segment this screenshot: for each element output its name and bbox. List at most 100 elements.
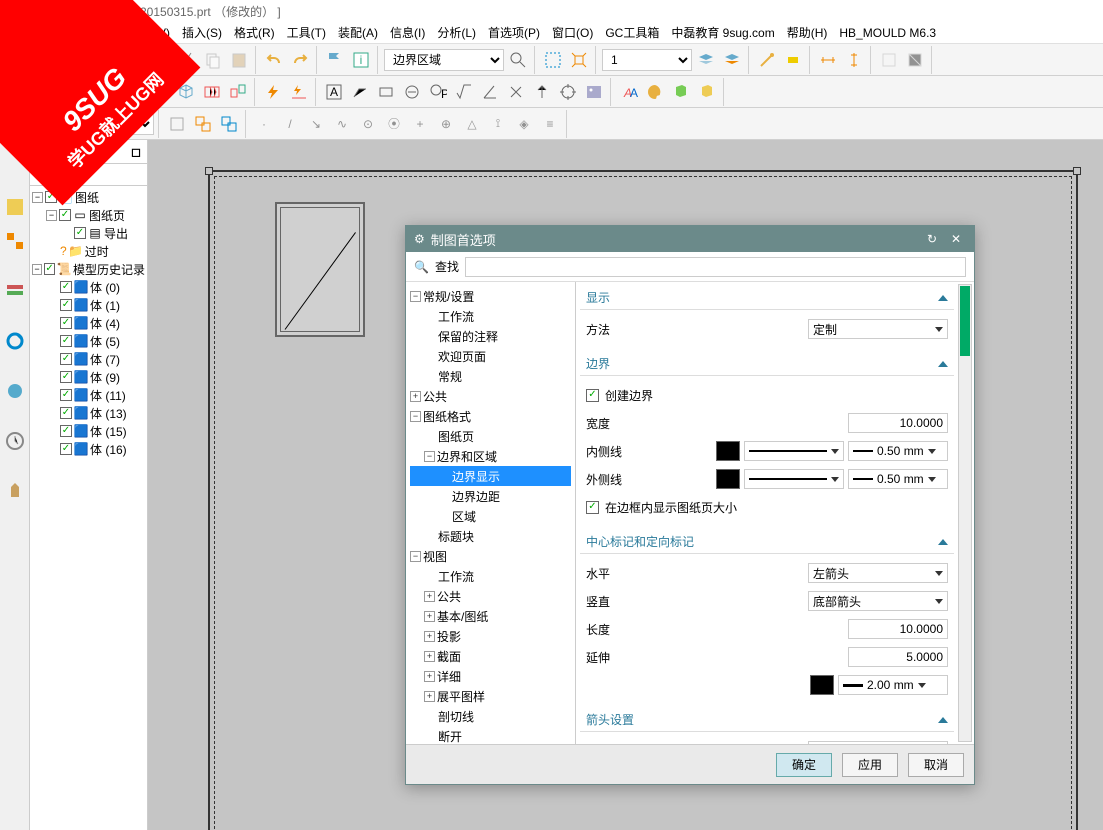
collapse-icon[interactable]: − <box>410 551 421 562</box>
filter-3-icon[interactable] <box>217 112 241 136</box>
line-width-select[interactable]: 2.00 mm <box>838 675 948 695</box>
tree-node-body[interactable]: 🟦体 (4) <box>32 314 145 332</box>
dialog-titlebar[interactable]: ⚙ 制图首选项 ↻ ✕ <box>406 226 974 252</box>
tree-node-history[interactable]: −📜模型历史记录 <box>32 260 145 278</box>
expand-icon[interactable]: + <box>424 671 435 682</box>
expand-icon[interactable]: + <box>424 651 435 662</box>
tree-node-body[interactable]: 🟦体 (0) <box>32 278 145 296</box>
palette-icon[interactable] <box>643 80 667 104</box>
cancel-button[interactable]: 取消 <box>908 753 964 777</box>
box-yellow-icon[interactable] <box>695 80 719 104</box>
tab-roles[interactable] <box>2 478 28 504</box>
expand-icon[interactable]: + <box>424 631 435 642</box>
tree-node-body[interactable]: 🟦体 (9) <box>32 368 145 386</box>
dtree-border-margin[interactable]: 边界边距 <box>410 486 571 506</box>
tree-node-sheet[interactable]: −▭图纸页 <box>32 206 145 224</box>
menu-hb-mould[interactable]: HB_MOULD M6.3 <box>835 26 940 40</box>
tree-node-body[interactable]: 🟦体 (16) <box>32 440 145 458</box>
image-icon[interactable] <box>582 80 606 104</box>
dtree-view-base[interactable]: +基本/图纸 <box>410 606 571 626</box>
reset-icon[interactable]: ↻ <box>922 229 942 249</box>
color-swatch[interactable] <box>810 675 834 695</box>
tool-leader-icon[interactable] <box>348 80 372 104</box>
tree-expand-icon[interactable]: − <box>32 192 43 203</box>
color-swatch[interactable] <box>716 469 740 489</box>
dtree-border-zone[interactable]: −边界和区域 <box>410 446 571 466</box>
expand-icon[interactable]: + <box>424 691 435 702</box>
tree-check-icon[interactable] <box>60 335 72 347</box>
menu-format[interactable]: 格式(R) <box>230 24 279 41</box>
undo-icon[interactable] <box>262 48 286 72</box>
sqrt-icon[interactable] <box>452 80 476 104</box>
selection-mode-select[interactable]: 边界区域 <box>384 49 504 71</box>
tree-check-icon[interactable] <box>60 407 72 419</box>
x-icon[interactable] <box>504 80 528 104</box>
text-a-icon[interactable]: A <box>322 80 346 104</box>
target-icon[interactable] <box>556 80 580 104</box>
tool-plug-icon[interactable] <box>781 48 805 72</box>
tree-node-body[interactable]: 🟦体 (5) <box>32 332 145 350</box>
dim-height-icon[interactable] <box>842 48 866 72</box>
search-input[interactable] <box>465 257 966 277</box>
dtree-view-common[interactable]: +公共 <box>410 586 571 606</box>
menu-preferences[interactable]: 首选项(P) <box>484 24 544 41</box>
scrollbar[interactable] <box>958 284 972 742</box>
tree-expand-icon[interactable]: − <box>46 210 57 221</box>
dtree-general[interactable]: −常规/设置 <box>410 286 571 306</box>
checkbox-icon[interactable] <box>586 389 599 402</box>
collapse-icon[interactable]: − <box>410 291 421 302</box>
search-icon[interactable] <box>506 48 530 72</box>
tool-wand-icon[interactable] <box>755 48 779 72</box>
tab-history[interactable] <box>2 428 28 454</box>
dtree-titleblock[interactable]: 标题块 <box>410 526 571 546</box>
tree-check-icon[interactable] <box>60 443 72 455</box>
rect-icon[interactable] <box>374 80 398 104</box>
horiz-select[interactable]: 左箭头 <box>808 563 948 583</box>
dtree-view-detail[interactable]: +详细 <box>410 666 571 686</box>
tree-check-icon[interactable] <box>60 353 72 365</box>
redo-icon[interactable] <box>288 48 312 72</box>
line-width-select[interactable]: 0.50 mm <box>848 469 948 489</box>
width-input[interactable] <box>848 413 948 433</box>
view-broken-icon[interactable] <box>200 80 224 104</box>
dim-width-icon[interactable] <box>816 48 840 72</box>
line-width-select[interactable]: 0.50 mm <box>848 441 948 461</box>
tree-check-icon[interactable] <box>44 263 55 275</box>
tree-node-outdated[interactable]: ?📁过时 <box>32 242 145 260</box>
tree-expand-icon[interactable]: − <box>32 264 42 275</box>
tree-check-icon[interactable] <box>60 317 72 329</box>
tree-node-body[interactable]: 🟦体 (11) <box>32 386 145 404</box>
create-border-checkbox[interactable]: 创建边界 <box>586 387 653 404</box>
expand-icon[interactable]: + <box>424 611 435 622</box>
collapse-icon[interactable]: − <box>424 451 435 462</box>
length-input[interactable] <box>848 619 948 639</box>
menu-assembly[interactable]: 装配(A) <box>334 24 382 41</box>
arrow-up-icon[interactable] <box>530 80 554 104</box>
arrow-style-select[interactable]: ← 封闭 <box>808 741 948 744</box>
menu-gc-toolbox[interactable]: GC工具箱 <box>601 24 663 41</box>
angle-icon[interactable] <box>478 80 502 104</box>
tree-node-body[interactable]: 🟦体 (15) <box>32 422 145 440</box>
tree-check-icon[interactable] <box>60 389 72 401</box>
menu-window[interactable]: 窗口(O) <box>548 24 597 41</box>
tab-part-nav[interactable] <box>2 194 28 220</box>
line-style-select[interactable] <box>744 469 844 489</box>
copy-icon[interactable] <box>201 48 225 72</box>
tool-flag-icon[interactable] <box>323 48 347 72</box>
tree-check-icon[interactable] <box>60 299 72 311</box>
tree-check-icon[interactable] <box>60 425 72 437</box>
sheet-preview[interactable] <box>275 202 365 337</box>
section-header[interactable]: 边界 <box>580 352 954 376</box>
section-header[interactable]: 中心标记和定向标记 <box>580 530 954 554</box>
vert-select[interactable]: 底部箭头 <box>808 591 948 611</box>
color-swatch[interactable] <box>716 441 740 461</box>
ok-button[interactable]: 确定 <box>776 753 832 777</box>
dtree-sheet[interactable]: 图纸页 <box>410 426 571 446</box>
close-icon[interactable]: ✕ <box>946 229 966 249</box>
tool-info-icon[interactable]: i <box>349 48 373 72</box>
level-select[interactable]: 1 <box>602 49 692 71</box>
paste-icon[interactable] <box>227 48 251 72</box>
text-style-icon[interactable]: AA <box>617 80 641 104</box>
filter-1-icon[interactable] <box>165 112 189 136</box>
tab-constraint-nav[interactable] <box>2 278 28 304</box>
